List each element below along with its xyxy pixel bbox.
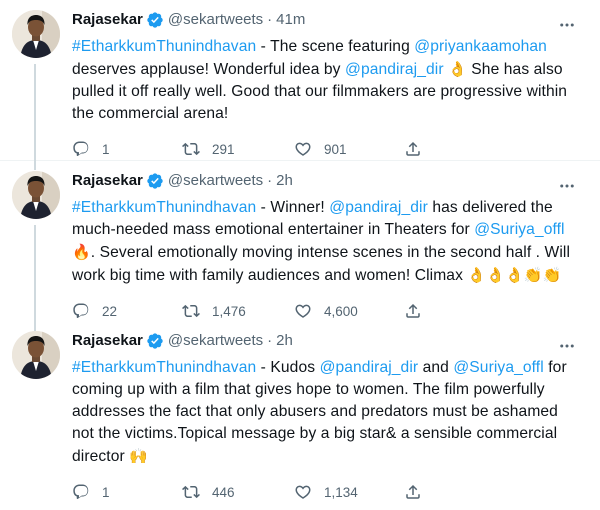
more-options-button[interactable]	[550, 329, 584, 363]
like-count: 4,600	[324, 303, 358, 319]
more-options-icon	[560, 184, 574, 188]
more-options-icon	[560, 344, 574, 348]
verified-badge-icon	[146, 332, 164, 350]
share-icon	[406, 303, 420, 318]
share-button[interactable]	[404, 483, 444, 501]
reply-button[interactable]: 22	[72, 302, 182, 320]
like-icon	[295, 485, 311, 499]
header-separator: ·	[267, 332, 273, 349]
header-separator: ·	[267, 172, 273, 189]
retweet-button[interactable]: 1,476	[182, 302, 294, 320]
author-handle[interactable]: @sekartweets	[168, 10, 263, 30]
like-count: 901	[324, 141, 347, 157]
reply-count: 1	[102, 484, 110, 500]
reply-icon	[73, 303, 89, 318]
emoji: 🙌	[129, 447, 149, 465]
tweet-left-column	[12, 171, 72, 331]
retweet-count: 291	[212, 141, 235, 157]
tweet-text: #EtharkkumThunindhavan - Kudos @pandiraj…	[72, 357, 584, 468]
tweet-text-segment: and	[418, 359, 454, 376]
avatar-image	[12, 331, 60, 379]
author-name[interactable]: Rajasekar	[72, 331, 143, 351]
reply-button[interactable]: 1	[72, 140, 182, 158]
share-button[interactable]	[404, 302, 444, 320]
hashtag-link[interactable]: #EtharkkumThunindhavan	[72, 359, 256, 376]
share-icon	[406, 484, 420, 499]
retweet-icon	[182, 142, 200, 156]
tweet-text: #EtharkkumThunindhavan - Winner! @pandir…	[72, 197, 584, 287]
more-options-button[interactable]	[550, 169, 584, 203]
tweet[interactable]: Rajasekar @sekartweets · 2h #EtharkkumTh…	[0, 161, 600, 331]
like-icon	[295, 142, 311, 156]
emoji: 👌	[448, 60, 467, 78]
reply-button[interactable]: 1	[72, 483, 182, 501]
verified-badge-icon	[146, 11, 164, 29]
avatar[interactable]	[12, 331, 60, 379]
retweet-icon	[182, 304, 200, 318]
tweet-feed: Rajasekar @sekartweets · 41m #EtharkkumT…	[0, 0, 600, 510]
author-handle[interactable]: @sekartweets	[168, 171, 263, 191]
hashtag-link[interactable]: #EtharkkumThunindhavan	[72, 199, 256, 216]
thread-connector-line	[34, 225, 36, 331]
mention-link[interactable]: @pandiraj_dir	[345, 61, 444, 78]
tweet-body: Rajasekar @sekartweets · 2h #EtharkkumTh…	[72, 331, 584, 510]
tweet-actions: 22 1,476 4,600	[72, 301, 584, 321]
mention-link[interactable]: @Suriya_offl	[453, 359, 543, 376]
emoji: 👌👌👌👏👏	[467, 266, 562, 284]
retweet-icon	[182, 485, 200, 499]
tweet-timestamp[interactable]: 2h	[276, 331, 293, 351]
like-button[interactable]: 4,600	[294, 302, 404, 320]
tweet[interactable]: Rajasekar @sekartweets · 41m #EtharkkumT…	[0, 0, 600, 170]
tweet-left-column	[12, 331, 72, 510]
tweet-text-segment: - Winner!	[256, 199, 330, 216]
retweet-count: 446	[212, 484, 235, 500]
tweet-actions: 1 291 901	[72, 139, 584, 159]
tweet-text: #EtharkkumThunindhavan - The scene featu…	[72, 36, 584, 125]
reply-count: 1	[102, 141, 110, 157]
share-icon	[406, 141, 420, 156]
more-options-button[interactable]	[550, 8, 584, 42]
author-name[interactable]: Rajasekar	[72, 171, 143, 191]
retweet-button[interactable]: 446	[182, 483, 294, 501]
mention-link[interactable]: @pandiraj_dir	[329, 199, 428, 216]
more-options-icon	[560, 23, 574, 27]
tweet-timestamp[interactable]: 41m	[276, 10, 305, 30]
verified-badge-icon	[146, 172, 164, 190]
like-count: 1,134	[324, 484, 358, 500]
thread-connector-line	[34, 64, 36, 170]
mention-link[interactable]: @pandiraj_dir	[320, 359, 419, 376]
share-button[interactable]	[404, 140, 444, 158]
header-separator: ·	[267, 11, 273, 28]
like-icon	[295, 304, 311, 318]
tweet[interactable]: Rajasekar @sekartweets · 2h #EtharkkumTh…	[0, 321, 600, 510]
tweet-body: Rajasekar @sekartweets · 41m #EtharkkumT…	[72, 10, 584, 160]
emoji: 🔥	[72, 243, 91, 261]
reply-icon	[73, 141, 89, 156]
tweet-header: Rajasekar @sekartweets · 2h	[72, 331, 584, 351]
avatar[interactable]	[12, 171, 60, 219]
reply-count: 22	[102, 303, 118, 319]
retweet-button[interactable]: 291	[182, 140, 294, 158]
avatar-image	[12, 171, 60, 219]
tweet-body: Rajasekar @sekartweets · 2h #EtharkkumTh…	[72, 171, 584, 321]
avatar[interactable]	[12, 10, 60, 58]
reply-icon	[73, 484, 89, 499]
tweet-text-segment: - The scene featuring	[256, 38, 415, 55]
tweet-timestamp[interactable]: 2h	[276, 171, 293, 191]
mention-link[interactable]: @priyankaamohan	[414, 38, 547, 55]
tweet-header: Rajasekar @sekartweets · 2h	[72, 171, 584, 191]
like-button[interactable]: 901	[294, 140, 404, 158]
tweet-actions: 1 446 1,134	[72, 482, 584, 502]
tweet-left-column	[12, 10, 72, 170]
like-button[interactable]: 1,134	[294, 483, 404, 501]
author-name[interactable]: Rajasekar	[72, 10, 143, 30]
hashtag-link[interactable]: #EtharkkumThunindhavan	[72, 38, 256, 55]
tweet-text-segment: - Kudos	[256, 359, 320, 376]
author-handle[interactable]: @sekartweets	[168, 331, 263, 351]
tweet-header: Rajasekar @sekartweets · 41m	[72, 10, 584, 30]
retweet-count: 1,476	[212, 303, 246, 319]
avatar-image	[12, 10, 60, 58]
tweet-text-segment: deserves applause! Wonderful idea by	[72, 61, 346, 78]
mention-link[interactable]: @Suriya_offl	[474, 221, 564, 238]
